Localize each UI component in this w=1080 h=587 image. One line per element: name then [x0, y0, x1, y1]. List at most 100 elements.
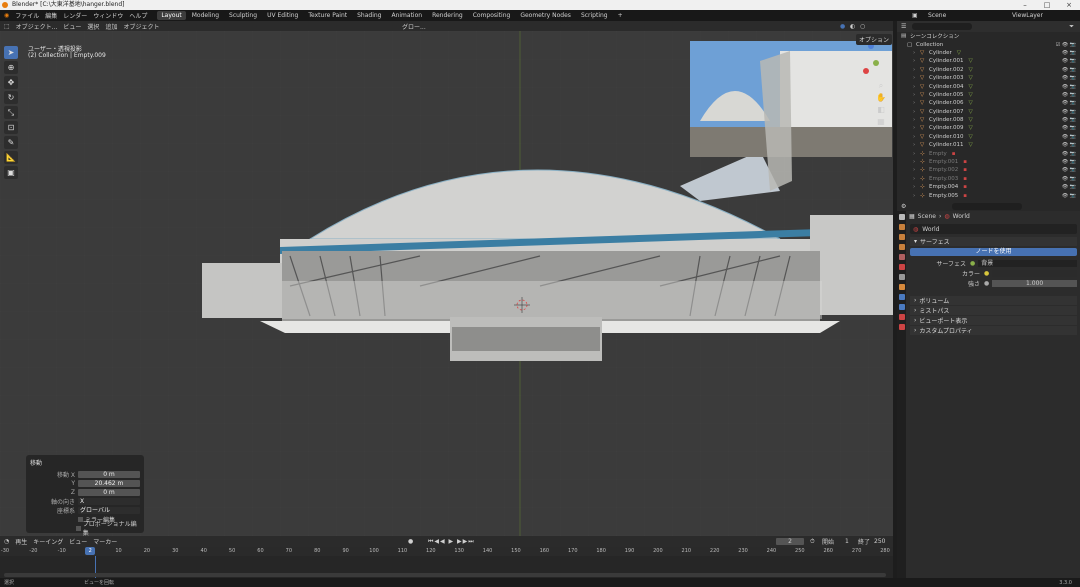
collection-tab-icon[interactable]	[898, 274, 905, 280]
measure-icon[interactable]: 📐	[4, 151, 18, 164]
current-frame-field[interactable]: 2	[776, 538, 804, 545]
tab-geometry-nodes[interactable]: Geometry Nodes	[516, 11, 575, 20]
outliner-item[interactable]: › ⊹ Empty.003 ▪ 👁 📷	[897, 175, 1080, 183]
maximize-icon[interactable]: □	[1036, 0, 1058, 10]
move-y-field[interactable]: 20.462 m	[78, 479, 140, 487]
output-tab-icon[interactable]	[898, 234, 905, 240]
world-tab-icon[interactable]	[898, 264, 905, 270]
physics-tab-icon[interactable]	[898, 304, 905, 310]
visibility-icon[interactable]: 👁 📷	[1062, 184, 1076, 190]
menu-render[interactable]: レンダー	[63, 11, 87, 20]
shading-solid-icon[interactable]: ●	[840, 23, 845, 30]
scale-icon[interactable]: ⤡	[4, 106, 18, 119]
tab-compositing[interactable]: Compositing	[469, 11, 515, 20]
close-icon[interactable]: ×	[1058, 0, 1080, 10]
menu-view[interactable]: ビュー	[63, 22, 81, 31]
expand-arrow-icon[interactable]: ›	[913, 84, 918, 90]
menu-file[interactable]: ファイル	[15, 11, 39, 20]
transform-orientation-dropdown[interactable]: グロー...	[402, 22, 426, 31]
collection-visibility-icon[interactable]: ☑ 👁 📷	[1056, 42, 1076, 48]
outliner-item[interactable]: › ▽ Cylinder.004 ▽ 👁 📷	[897, 82, 1080, 90]
outliner-item[interactable]: › ⊹ Empty ▪ 👁 📷	[897, 149, 1080, 157]
visibility-icon[interactable]: 👁 📷	[1062, 193, 1076, 199]
rotate-icon[interactable]: ↻	[4, 91, 18, 104]
visibility-icon[interactable]: 👁 📷	[1062, 176, 1076, 182]
outliner-item[interactable]: › ▽ Cylinder.008 ▽ 👁 📷	[897, 116, 1080, 124]
visibility-icon[interactable]: 👁 📷	[1062, 58, 1076, 64]
menu-help[interactable]: ヘルプ	[129, 11, 147, 20]
visibility-icon[interactable]: 👁 📷	[1062, 142, 1076, 148]
timeline-editor-icon[interactable]: ◔	[4, 538, 9, 545]
strength-field[interactable]: 1.000	[992, 280, 1077, 287]
move-z-field[interactable]: 0 m	[78, 488, 140, 496]
expand-arrow-icon[interactable]: ›	[913, 167, 918, 173]
tab-layout[interactable]: Layout	[157, 11, 186, 20]
zoom-icon[interactable]: ⌕	[874, 81, 888, 93]
expand-arrow-icon[interactable]: ›	[913, 92, 918, 98]
expand-arrow-icon[interactable]: ›	[913, 159, 918, 165]
world-name-field[interactable]: World	[922, 226, 939, 233]
visibility-icon[interactable]: 👁 📷	[1062, 84, 1076, 90]
menu-select[interactable]: 選択	[87, 22, 99, 31]
record-icon[interactable]: ●	[408, 538, 413, 545]
expand-arrow-icon[interactable]: ›	[913, 75, 918, 81]
mist-panel-header[interactable]: › ミストパス	[910, 306, 1077, 315]
expand-arrow-icon[interactable]: ›	[913, 100, 918, 106]
view-layer-tab-icon[interactable]	[898, 244, 905, 250]
outliner-item[interactable]: › ▽ Cylinder.002 ▽ 👁 📷	[897, 66, 1080, 74]
current-frame-indicator[interactable]: 2	[85, 547, 96, 555]
texture-tab-icon[interactable]	[898, 324, 905, 330]
viewport-display-panel-header[interactable]: › ビューポート表示	[910, 316, 1077, 325]
visibility-icon[interactable]: 👁 📷	[1062, 151, 1076, 157]
clock-icon[interactable]: ⏱	[810, 538, 815, 546]
tab-uv-editing[interactable]: UV Editing	[263, 11, 302, 20]
use-nodes-button[interactable]: ノードを使用	[910, 248, 1077, 256]
scene-tab-icon[interactable]	[898, 254, 905, 260]
move-x-field[interactable]: 0 m	[78, 470, 140, 478]
surface-dropdown[interactable]: 背景	[978, 260, 1077, 267]
camera-view-icon[interactable]: ◧	[874, 105, 888, 117]
outliner-editor-icon[interactable]: ☰	[901, 23, 906, 30]
modifier-tab-icon[interactable]	[898, 294, 905, 300]
scene-selector-icon[interactable]: ▣	[912, 12, 918, 19]
visibility-icon[interactable]: 👁 📷	[1062, 134, 1076, 140]
expand-arrow-icon[interactable]: ›	[913, 142, 918, 148]
scene-name[interactable]: Scene	[928, 12, 946, 19]
outliner-item[interactable]: › ⊹ Empty.004 ▪ 👁 📷	[897, 183, 1080, 191]
menu-marker[interactable]: マーカー	[93, 537, 117, 546]
add-workspace-button[interactable]: +	[614, 11, 627, 20]
color-swatch[interactable]	[992, 270, 1077, 277]
menu-add[interactable]: 追加	[105, 22, 117, 31]
properties-search-input[interactable]	[952, 202, 1023, 210]
expand-arrow-icon[interactable]: ›	[913, 184, 918, 190]
proportional-checkbox[interactable]	[76, 525, 81, 531]
end-frame-field[interactable]: 250	[874, 538, 885, 545]
viewlayer-name[interactable]: ViewLayer	[1012, 12, 1043, 19]
shading-material-icon[interactable]: ◐	[850, 23, 855, 30]
outliner-item[interactable]: › ⊹ Empty.002 ▪ 👁 📷	[897, 166, 1080, 174]
menu-edit[interactable]: 編集	[45, 11, 57, 20]
outliner-item[interactable]: › ▽ Cylinder.005 ▽ 👁 📷	[897, 91, 1080, 99]
pan-icon[interactable]: ✋	[874, 93, 888, 105]
outliner-item[interactable]: › ▽ Cylinder.001 ▽ 👁 📷	[897, 57, 1080, 65]
tab-shading[interactable]: Shading	[353, 11, 385, 20]
minimize-icon[interactable]: –	[1014, 0, 1036, 10]
render-tab-icon[interactable]	[898, 224, 905, 230]
tab-sculpting[interactable]: Sculpting	[225, 11, 261, 20]
expand-arrow-icon[interactable]: ›	[913, 125, 918, 131]
visibility-icon[interactable]: 👁 📷	[1062, 117, 1076, 123]
move-icon[interactable]: ✥	[4, 76, 18, 89]
tab-scripting[interactable]: Scripting	[577, 11, 612, 20]
start-frame-field[interactable]: 1	[845, 538, 849, 545]
expand-arrow-icon[interactable]: ›	[913, 50, 918, 56]
outliner-item[interactable]: › ▽ Cylinder.006 ▽ 👁 📷	[897, 99, 1080, 107]
visibility-icon[interactable]: 👁 📷	[1062, 75, 1076, 81]
options-dropdown[interactable]: オプション	[856, 34, 893, 45]
cursor-icon[interactable]: ⊕	[4, 61, 18, 74]
volume-panel-header[interactable]: › ボリューム	[910, 296, 1077, 305]
scene-collection-row[interactable]: ▤ シーンコレクション	[897, 32, 1080, 40]
menu-object[interactable]: オブジェクト	[123, 22, 159, 31]
timeline-body[interactable]	[0, 556, 893, 578]
blender-menu-icon[interactable]: ◉	[4, 12, 9, 19]
orientation-dropdown[interactable]: グローバル	[78, 506, 140, 514]
